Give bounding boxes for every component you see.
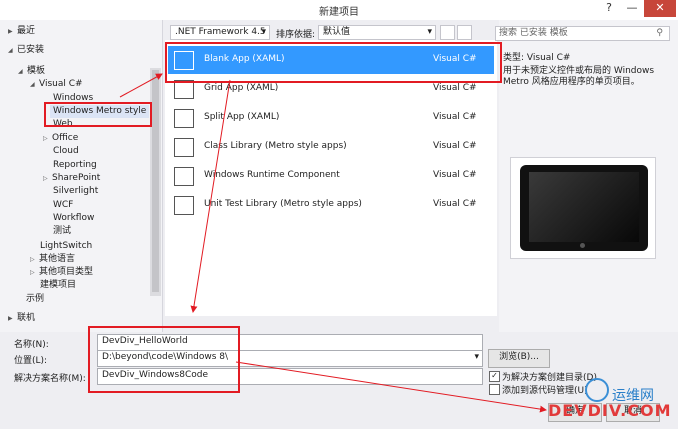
annotation-arrows	[119, 73, 547, 413]
watermark-logo-icon	[585, 378, 609, 402]
arrow-metro-to-template	[119, 73, 163, 98]
arrow-template-to-form	[190, 79, 231, 313]
arrow-form-to-ok	[235, 361, 547, 413]
watermark-en: DEVDIV.COM	[548, 401, 672, 420]
